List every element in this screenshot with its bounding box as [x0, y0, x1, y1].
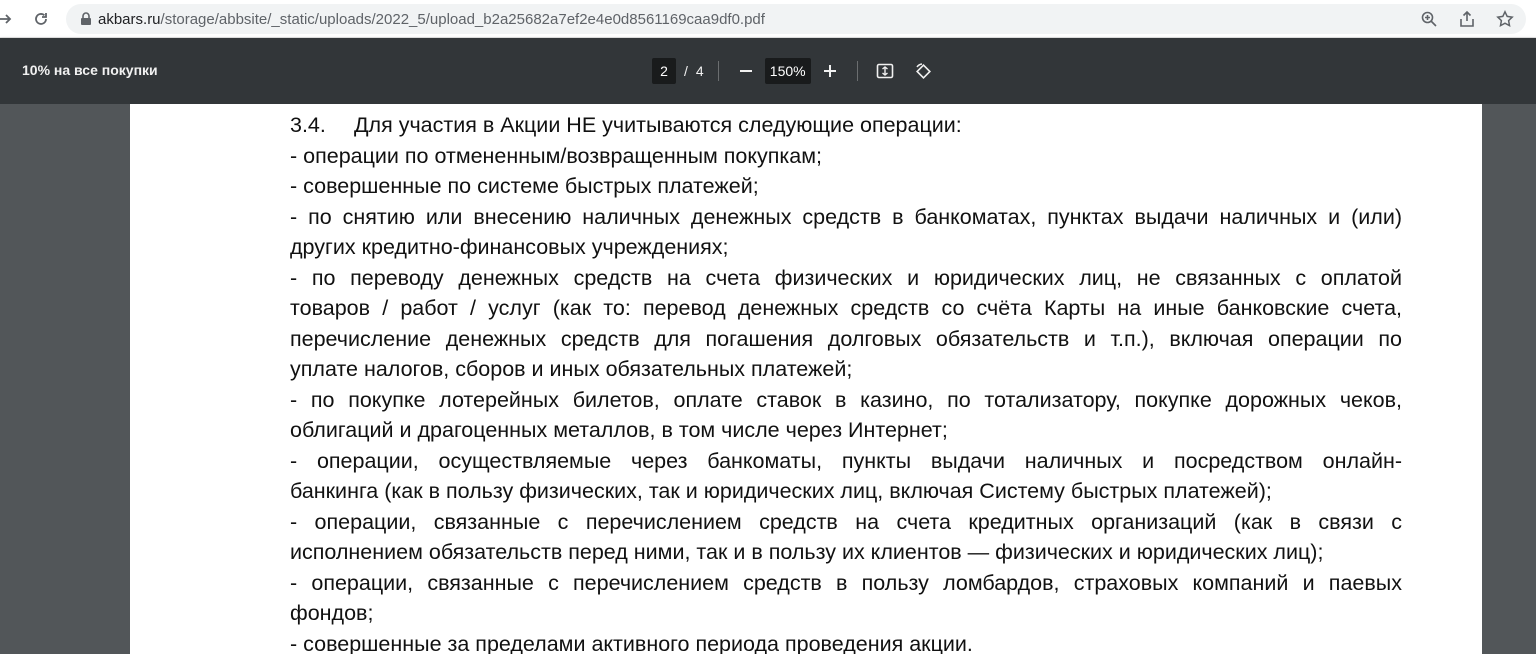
section-number: 3.4. [290, 113, 326, 137]
text-line: - совершенные по системе быстрых платеже… [290, 174, 759, 198]
scrollbar[interactable] [1484, 104, 1536, 654]
browser-address-bar: akbars.ru/storage/abbsite/_static/upload… [0, 0, 1536, 38]
text-line: - по переводу денежных средств на счета … [290, 265, 1402, 290]
text-line: - по покупке лотерейных билетов, оплате … [290, 387, 1402, 412]
text-line: - операции, связанные с перечислением ср… [290, 509, 1402, 534]
text-line: исполнением обязательств перед ними, так… [290, 540, 1324, 564]
url-text: akbars.ru/storage/abbsite/_static/upload… [98, 11, 765, 28]
share-icon[interactable] [1458, 10, 1476, 28]
toolbar-divider [856, 61, 858, 81]
pdf-controls: 2 / 4 150% [652, 57, 936, 85]
rotate-icon [915, 63, 931, 79]
bookmark-star-icon[interactable] [1496, 10, 1514, 28]
pdf-toolbar: 10% на все покупки 2 / 4 150% [0, 38, 1536, 104]
lock-icon[interactable] [80, 12, 92, 26]
url-bar[interactable]: akbars.ru/storage/abbsite/_static/upload… [66, 4, 1526, 34]
total-pages: 4 [695, 63, 704, 79]
text-line: товаров / работ / услуг (как то: перевод… [290, 296, 1402, 320]
text-line: уплате налогов, сборов и иных обязательн… [290, 357, 853, 381]
fit-to-page-button[interactable] [872, 58, 898, 84]
text-line: банкинга (как в пользу физических, так и… [290, 479, 1272, 503]
fit-page-icon [876, 63, 893, 79]
text-line: фондов; [290, 601, 374, 625]
page-content: 3.4. Для участия в Акции НЕ учитываются с… [290, 110, 1402, 654]
page-separator: / [684, 63, 688, 79]
pdf-viewer[interactable]: 3.4. Для участия в Акции НЕ учитываются с… [0, 104, 1536, 654]
text-line: - операции, связанные с перечислением ср… [290, 570, 1402, 595]
text-line: других кредитно-финансовых учреждениях; [290, 235, 729, 259]
page-number-input[interactable]: 2 [652, 58, 676, 84]
zoom-icon[interactable] [1420, 10, 1438, 28]
pdf-page: 3.4. Для участия в Акции НЕ учитываются с… [130, 104, 1482, 654]
minus-icon [739, 70, 752, 72]
section-heading: 3.4. Для участия в Акции НЕ учитываются с… [290, 110, 1402, 141]
forward-arrow-icon[interactable] [0, 8, 16, 30]
zoom-in-button[interactable] [817, 58, 843, 84]
url-path: /storage/abbsite/_static/uploads/2022_5/… [160, 10, 765, 28]
toolbar-divider [717, 61, 719, 81]
zoom-out-button[interactable] [733, 58, 759, 84]
plus-icon [823, 65, 836, 77]
text-line: перечисление денежных средств для погаше… [290, 326, 1402, 351]
section-title: Для участия в Акции НЕ учитываются следу… [354, 113, 962, 137]
zoom-level-input[interactable]: 150% [764, 58, 811, 84]
text-line: - по снятию или внесению наличных денежн… [290, 204, 1402, 229]
text-line: - операции по отмененным/возвращенным по… [290, 143, 823, 168]
rotate-button[interactable] [910, 58, 936, 84]
reload-icon[interactable] [30, 8, 52, 30]
text-line: - совершенные за пределами активного пер… [290, 631, 973, 654]
url-host: akbars.ru [98, 10, 161, 28]
text-line: - операции, осуществляемые через банкома… [290, 448, 1402, 473]
document-title: 10% на все покупки [22, 62, 158, 78]
text-line: облигаций и драгоценных металлов, в том … [290, 418, 948, 442]
